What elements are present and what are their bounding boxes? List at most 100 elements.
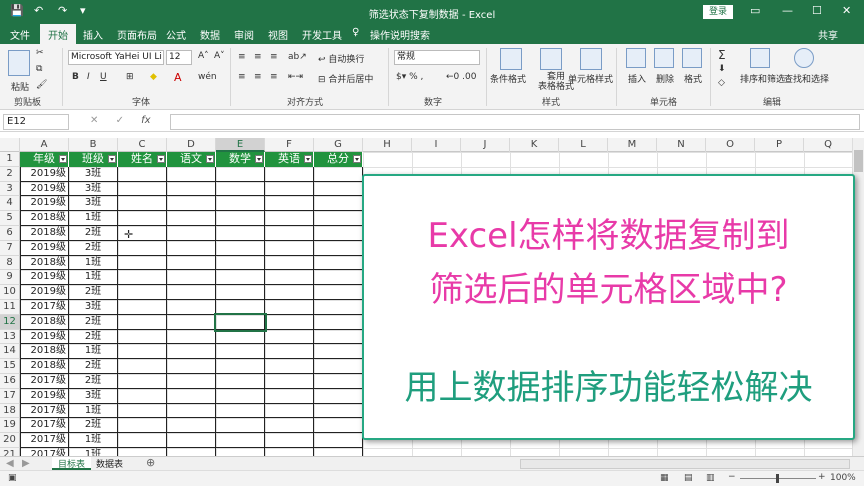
insert-cells-icon[interactable] xyxy=(626,48,646,68)
table-cell[interactable] xyxy=(167,181,216,197)
row-header[interactable]: 3 xyxy=(0,181,20,197)
zoom-out-icon[interactable]: − xyxy=(728,472,736,482)
table-cell[interactable] xyxy=(265,240,314,256)
table-cell[interactable]: 2018级 xyxy=(20,344,69,360)
tell-me-search[interactable]: 操作说明搜索 xyxy=(370,27,430,42)
row-header[interactable]: 18 xyxy=(0,403,20,419)
macro-record-icon[interactable]: ▣ xyxy=(8,473,17,483)
table-cell[interactable] xyxy=(314,418,363,434)
table-cell[interactable]: 1班 xyxy=(69,448,118,456)
table-cell[interactable]: 2019级 xyxy=(20,285,69,300)
table-cell[interactable]: 2班 xyxy=(69,359,118,374)
align-top-icon[interactable]: ≡ xyxy=(238,52,246,62)
table-cell[interactable]: 2班 xyxy=(69,226,118,241)
ribbon-display-icon[interactable]: ▭ xyxy=(750,4,760,17)
table-cell[interactable] xyxy=(167,388,216,404)
table-cell[interactable] xyxy=(118,314,167,330)
table-cell[interactable]: 2019级 xyxy=(20,181,69,197)
column-header-d[interactable]: D xyxy=(167,138,216,152)
table-cell[interactable] xyxy=(167,344,216,360)
table-cell[interactable] xyxy=(118,270,167,286)
table-cell[interactable] xyxy=(265,211,314,226)
share-button[interactable]: 共享 xyxy=(818,27,838,42)
table-cell[interactable] xyxy=(167,418,216,434)
table-cell[interactable]: 2019级 xyxy=(20,166,69,182)
clear-icon[interactable]: ◇ xyxy=(718,78,725,88)
font-name-select[interactable]: Microsoft YaHei UI Li xyxy=(68,50,164,65)
delete-cells-icon[interactable] xyxy=(654,48,674,68)
filter-dropdown-icon[interactable] xyxy=(353,155,361,163)
zoom-slider-thumb[interactable] xyxy=(776,474,779,483)
table-cell[interactable] xyxy=(265,403,314,419)
table-cell[interactable] xyxy=(265,285,314,300)
table-cell[interactable] xyxy=(167,285,216,300)
close-icon[interactable]: ✕ xyxy=(842,4,851,17)
select-all-corner[interactable] xyxy=(0,138,20,152)
table-cell[interactable] xyxy=(167,255,216,271)
table-cell[interactable]: 1班 xyxy=(69,433,118,448)
number-format-select[interactable]: 常规 xyxy=(394,50,480,65)
column-header-j[interactable]: J xyxy=(461,138,510,152)
column-header-i[interactable]: I xyxy=(412,138,461,152)
table-cell[interactable] xyxy=(118,329,167,345)
filter-dropdown-icon[interactable] xyxy=(59,155,67,163)
find-select-icon[interactable] xyxy=(794,48,814,68)
table-cell[interactable]: 2019级 xyxy=(20,196,69,212)
table-cell[interactable] xyxy=(314,448,363,456)
table-cell[interactable] xyxy=(167,300,216,315)
table-cell[interactable] xyxy=(314,211,363,226)
table-cell[interactable] xyxy=(314,255,363,271)
table-cell[interactable] xyxy=(265,433,314,448)
login-button[interactable]: 登录 xyxy=(703,5,733,19)
tab-page-layout[interactable]: 页面布局 xyxy=(117,27,157,42)
table-cell[interactable] xyxy=(314,285,363,300)
table-cell[interactable] xyxy=(265,359,314,374)
table-cell[interactable]: 2019级 xyxy=(20,270,69,286)
row-header[interactable]: 5 xyxy=(0,211,20,226)
tab-insert[interactable]: 插入 xyxy=(83,27,103,42)
table-cell[interactable] xyxy=(216,240,265,256)
merge-center-button[interactable]: ⊟ 合并后居中 xyxy=(318,72,373,85)
sheet-nav-right-icon[interactable]: ▶ xyxy=(22,458,30,469)
table-cell[interactable] xyxy=(118,285,167,300)
table-cell[interactable] xyxy=(216,181,265,197)
table-cell[interactable]: 3班 xyxy=(69,181,118,197)
phonetic-icon[interactable]: wén xyxy=(198,72,217,82)
table-cell[interactable] xyxy=(314,226,363,241)
format-painter-icon[interactable]: 🖌 xyxy=(36,80,47,90)
row-header[interactable]: 2 xyxy=(0,166,20,182)
minimize-icon[interactable]: — xyxy=(782,4,793,17)
table-cell[interactable] xyxy=(314,314,363,330)
table-cell[interactable] xyxy=(167,359,216,374)
row-header[interactable]: 14 xyxy=(0,344,20,360)
table-cell[interactable]: 2班 xyxy=(69,314,118,330)
header-cell[interactable]: 数学 xyxy=(216,152,265,167)
table-cell[interactable]: 2018级 xyxy=(20,359,69,374)
row-header[interactable]: 10 xyxy=(0,285,20,300)
table-cell[interactable] xyxy=(118,403,167,419)
table-cell[interactable] xyxy=(118,344,167,360)
table-cell[interactable] xyxy=(314,403,363,419)
tab-home[interactable]: 开始 xyxy=(40,24,76,44)
page-break-view-icon[interactable]: ▥ xyxy=(706,473,715,483)
align-center-icon[interactable]: ≡ xyxy=(254,72,262,82)
font-color-icon[interactable]: A xyxy=(174,71,182,84)
column-header-q[interactable]: Q xyxy=(804,138,852,152)
table-cell[interactable] xyxy=(216,403,265,419)
table-cell[interactable] xyxy=(314,240,363,256)
table-cell[interactable]: 3班 xyxy=(69,166,118,182)
table-cell[interactable] xyxy=(265,270,314,286)
table-cell[interactable] xyxy=(167,240,216,256)
normal-view-icon[interactable]: ▦ xyxy=(660,473,669,483)
cell-styles-icon[interactable] xyxy=(580,48,602,70)
table-cell[interactable]: 2班 xyxy=(69,240,118,256)
header-cell[interactable]: 英语 xyxy=(265,152,314,167)
tab-data[interactable]: 数据 xyxy=(200,27,220,42)
table-cell[interactable] xyxy=(314,344,363,360)
row-header[interactable]: 21 xyxy=(0,448,20,456)
bold-button[interactable]: B xyxy=(72,72,79,82)
cancel-icon[interactable]: ✕ xyxy=(90,115,98,126)
filter-dropdown-icon[interactable] xyxy=(108,155,116,163)
table-cell[interactable] xyxy=(216,433,265,448)
grow-font-icon[interactable]: A˄ xyxy=(198,51,209,61)
